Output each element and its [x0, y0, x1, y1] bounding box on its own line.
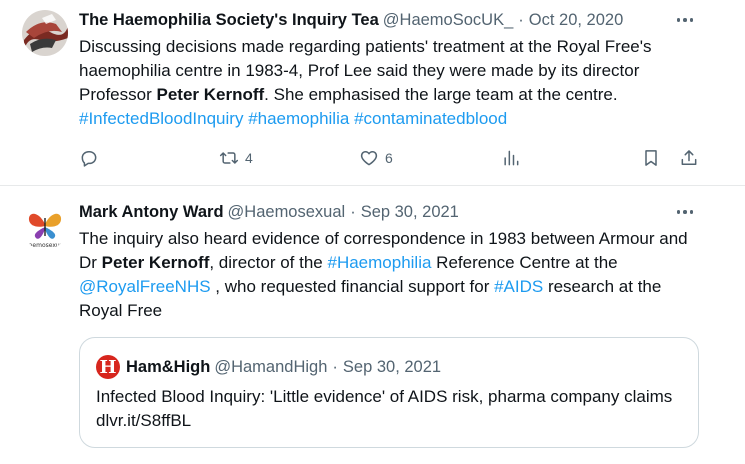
tweet-header: The Haemophilia Society's Inquiry Tea @H… [79, 9, 623, 31]
quote-author-name[interactable]: Ham&High [126, 358, 210, 377]
retweet-count: 4 [245, 150, 253, 166]
avatar[interactable]: haemosexual [22, 204, 68, 250]
quoted-tweet[interactable]: H Ham&High @HamandHigh · Sep 30, 2021 In… [79, 337, 699, 448]
author-handle[interactable]: @Haemosexual [228, 201, 346, 223]
author-name[interactable]: The Haemophilia Society's Inquiry Tea [79, 9, 379, 31]
tweet-date[interactable]: Oct 20, 2020 [529, 9, 623, 31]
text-segment: . She emphasised the large team at the c… [264, 85, 618, 104]
quote-avatar[interactable]: H [96, 355, 120, 379]
avatar[interactable] [22, 10, 68, 56]
hashtag-link[interactable]: #contaminatedblood [354, 109, 507, 128]
bookmark-icon [645, 150, 657, 166]
text-segment: , director of the [209, 253, 328, 272]
butterfly-avatar-image: haemosexual [22, 204, 68, 250]
tweet-text: The inquiry also heard evidence of corre… [79, 227, 699, 323]
quote-text: Infected Blood Inquiry: 'Little evidence… [96, 387, 673, 430]
hashtag-link[interactable]: #AIDS [494, 277, 543, 296]
retweet-icon [219, 152, 239, 164]
avatar-caption: haemosexual [25, 242, 65, 249]
reply-icon [81, 151, 97, 167]
tweet-header: Mark Antony Ward @Haemosexual · Sep 30, … [79, 201, 459, 223]
action-bar: 4 6 [79, 144, 709, 172]
separator-dot: · [350, 203, 356, 221]
more-icon[interactable] [670, 201, 700, 223]
bookmark-button[interactable] [641, 144, 661, 172]
views-icon [504, 150, 519, 166]
tweet-card[interactable]: The Haemophilia Society's Inquiry Tea @H… [0, 0, 745, 186]
views-button[interactable] [501, 144, 521, 172]
tweet-text: Discussing decisions made regarding pati… [79, 35, 699, 131]
tweet-card[interactable]: haemosexual Mark Antony Ward @Haemosexua… [0, 187, 745, 464]
quote-date[interactable]: Sep 30, 2021 [343, 358, 441, 377]
retweet-button[interactable]: 4 [219, 144, 253, 172]
like-icon [360, 151, 378, 166]
separator-dot: · [518, 11, 524, 29]
bold-name: Peter Kernoff [156, 85, 265, 104]
tweet-date[interactable]: Sep 30, 2021 [361, 201, 459, 223]
separator-dot: · [332, 357, 338, 376]
text-segment: Reference Centre at the [431, 253, 618, 272]
share-button[interactable] [679, 144, 699, 172]
like-count: 6 [385, 150, 393, 166]
more-icon[interactable] [670, 9, 700, 31]
reply-button[interactable] [79, 144, 99, 172]
hashtag-link[interactable]: #Haemophilia [327, 253, 431, 272]
author-name[interactable]: Mark Antony Ward [79, 201, 224, 223]
text-segment: , who requested financial support for [210, 277, 495, 296]
share-icon [681, 150, 697, 165]
hashtag-link[interactable]: #haemophilia [248, 109, 349, 128]
bold-name: Peter Kernoff [101, 253, 210, 272]
author-handle[interactable]: @HaemoSocUK_ [383, 9, 513, 31]
avatar-image [22, 10, 68, 56]
like-button[interactable]: 6 [359, 144, 393, 172]
hashtag-link[interactable]: #InfectedBloodInquiry [79, 109, 243, 128]
quote-header: H Ham&High @HamandHigh · Sep 30, 2021 [96, 355, 441, 379]
quote-author-handle[interactable]: @HamandHigh [214, 358, 327, 377]
mention-link[interactable]: @RoyalFreeNHS [79, 277, 211, 296]
